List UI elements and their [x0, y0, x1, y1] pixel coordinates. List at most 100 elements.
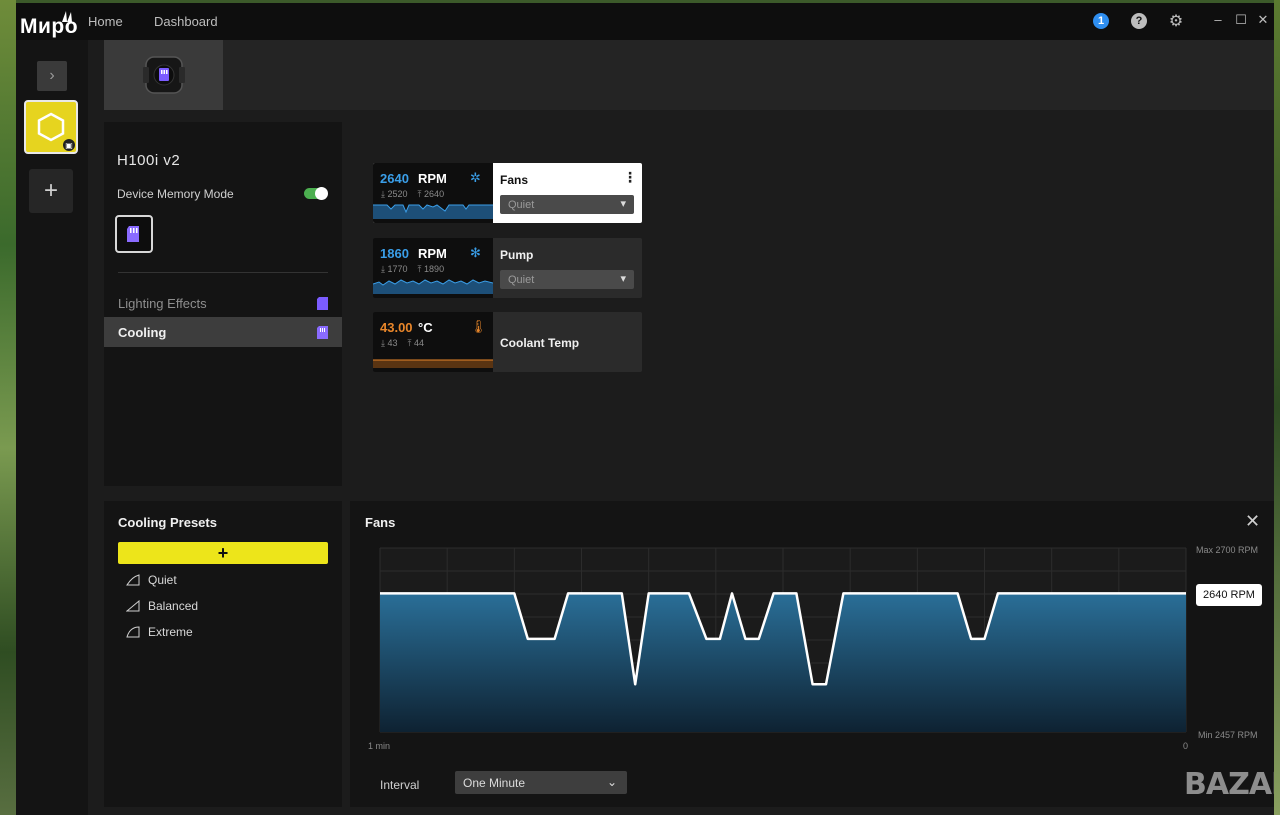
- memory-card-button[interactable]: [115, 215, 153, 253]
- menu-lighting-label: Lighting Effects: [118, 295, 207, 311]
- fans-preset-select[interactable]: Quiet ▾: [500, 195, 634, 214]
- max-arrow-icon: ⤒: [417, 264, 422, 274]
- nav-home[interactable]: Home: [88, 14, 123, 29]
- pump-unit: RPM: [418, 246, 447, 261]
- max-arrow-icon: ⤒: [407, 338, 412, 348]
- minimize-button[interactable]: –: [1211, 12, 1225, 27]
- notification-badge-icon[interactable]: 1: [1093, 13, 1109, 29]
- preset-extreme[interactable]: Extreme: [126, 625, 193, 639]
- coolant-title: Coolant Temp: [500, 336, 580, 350]
- min-arrow-icon: ⤓: [381, 338, 385, 348]
- fans-graph-panel: Fans ✕ Max 2700 RPM Min 2457 RPM 1 min 0…: [350, 501, 1274, 807]
- preset-quiet-label: Quiet: [148, 573, 177, 587]
- memory-card-icon: [317, 297, 328, 310]
- add-preset-button[interactable]: +: [118, 542, 328, 564]
- panel-divider: [118, 272, 328, 273]
- bazar-watermark: BAZAR: [1184, 767, 1274, 802]
- pump-value: 1860: [380, 246, 409, 261]
- sensor-card-pump[interactable]: 1860 RPM ✻ ⤓ 1770 ⤒ 1890 Pump Quiet ▾: [373, 238, 642, 298]
- device-panel: H100i v2 Device Memory Mode Lighting Eff…: [104, 122, 342, 486]
- presets-title: Cooling Presets: [118, 515, 217, 530]
- memory-mode-toggle[interactable]: [304, 187, 328, 200]
- sensor-readout: 2640 RPM ✲ ⤓ 2520 ⤒ 2640: [373, 163, 493, 223]
- chevron-right-icon: ›: [49, 67, 55, 84]
- y-max-label: Max 2700 RPM: [1196, 545, 1259, 555]
- device-rail: › ▣ +: [16, 40, 88, 815]
- preset-balanced-label: Balanced: [148, 599, 199, 613]
- fans-preset-value: Quiet: [508, 198, 535, 211]
- hexagon-device-icon: [37, 112, 65, 142]
- memory-lock-icon: ▣: [63, 139, 75, 151]
- plus-icon: +: [43, 177, 58, 204]
- device-tab-pump-head[interactable]: [104, 40, 223, 110]
- coolant-unit: °C: [418, 320, 433, 335]
- preset-quiet[interactable]: Quiet: [126, 573, 177, 587]
- interval-value: One Minute: [463, 775, 526, 790]
- pump-min: 1770: [387, 264, 408, 274]
- preset-balanced[interactable]: Balanced: [126, 599, 198, 613]
- device-name: H100i v2: [117, 152, 181, 169]
- title-bar: Миро Home Dashboard 1 ? ⚙ – ☐ ✕: [16, 3, 1274, 40]
- sensor-card-fans[interactable]: 2640 RPM ✲ ⤓ 2520 ⤒ 2640 Fans ⋮ Quiet ▾: [373, 163, 642, 223]
- pump-sparkline: [373, 279, 493, 294]
- fans-sparkline: [373, 204, 493, 219]
- memory-card-icon: [317, 326, 328, 339]
- nav-dashboard[interactable]: Dashboard: [154, 14, 218, 29]
- add-device-button[interactable]: +: [29, 169, 73, 213]
- coolant-sparkline: [373, 359, 493, 368]
- x-end-label: 0: [1183, 741, 1189, 751]
- preset-extreme-label: Extreme: [148, 625, 193, 639]
- extreme-curve-icon: [126, 626, 140, 638]
- pump-icon: ✻: [470, 245, 481, 260]
- device-strip: [104, 40, 1274, 110]
- desktop-background-left: [0, 0, 16, 815]
- fans-max: 2640: [424, 189, 445, 199]
- app-window: Миро Home Dashboard 1 ? ⚙ – ☐ ✕ › ▣ + H1…: [16, 3, 1274, 815]
- coolant-min: 43: [387, 338, 398, 348]
- sensor-card-coolant[interactable]: 43.00 °C 🌡︎ ⤓ 43 ⤒ 44 Coolant Temp: [373, 312, 642, 372]
- expand-rail-button[interactable]: ›: [37, 61, 67, 91]
- current-rpm-badge: 2640 RPM: [1196, 584, 1262, 606]
- maximize-button[interactable]: ☐: [1234, 12, 1248, 28]
- pump-max: 1890: [424, 264, 445, 274]
- settings-gear-icon[interactable]: ⚙: [1168, 13, 1184, 30]
- pump-preset-select[interactable]: Quiet ▾: [500, 270, 634, 289]
- sails-logo-icon: [62, 11, 72, 22]
- fans-unit: RPM: [418, 171, 447, 186]
- sensor-readout: 43.00 °C 🌡︎ ⤓ 43 ⤒ 44: [373, 312, 493, 372]
- rpm-area: [380, 593, 1186, 732]
- fans-min: 2520: [387, 189, 408, 199]
- help-icon[interactable]: ?: [1131, 13, 1147, 29]
- memory-card-icon: [127, 226, 139, 242]
- coolant-value: 43.00: [380, 320, 413, 335]
- menu-cooling[interactable]: Cooling: [104, 317, 342, 347]
- pump-preset-value: Quiet: [508, 273, 535, 286]
- sensor-readout: 1860 RPM ✻ ⤓ 1770 ⤒ 1890: [373, 238, 493, 298]
- quiet-curve-icon: [126, 574, 140, 586]
- more-options-icon[interactable]: ⋮: [623, 169, 637, 186]
- memory-mode-label: Device Memory Mode: [117, 187, 234, 201]
- chevron-down-icon: ▾: [620, 198, 626, 210]
- interval-select[interactable]: One Minute ⌄: [455, 771, 627, 794]
- min-arrow-icon: ⤓: [381, 189, 385, 199]
- interval-label: Interval: [380, 778, 420, 792]
- y-min-label: Min 2457 RPM: [1198, 730, 1258, 740]
- chevron-down-icon: ⌄: [606, 775, 617, 789]
- pump-title: Pump: [500, 248, 534, 262]
- min-arrow-icon: ⤓: [381, 264, 385, 274]
- fans-value: 2640: [380, 171, 409, 186]
- thermometer-icon: 🌡︎: [470, 319, 487, 334]
- menu-lighting-effects[interactable]: Lighting Effects: [104, 288, 342, 318]
- close-window-button[interactable]: ✕: [1256, 12, 1270, 28]
- pump-head-icon: [142, 56, 185, 94]
- menu-cooling-label: Cooling: [118, 324, 167, 340]
- fans-rpm-chart: [379, 547, 1187, 733]
- fans-title: Fans: [500, 173, 529, 187]
- balanced-curve-icon: [126, 600, 140, 612]
- coolant-max: 44: [414, 338, 425, 348]
- plus-icon: +: [217, 542, 229, 563]
- device-tile-h100i[interactable]: ▣: [24, 100, 78, 154]
- desktop-background-right: [1274, 0, 1280, 815]
- fan-icon: ✲: [470, 170, 481, 185]
- chevron-down-icon: ▾: [620, 273, 626, 285]
